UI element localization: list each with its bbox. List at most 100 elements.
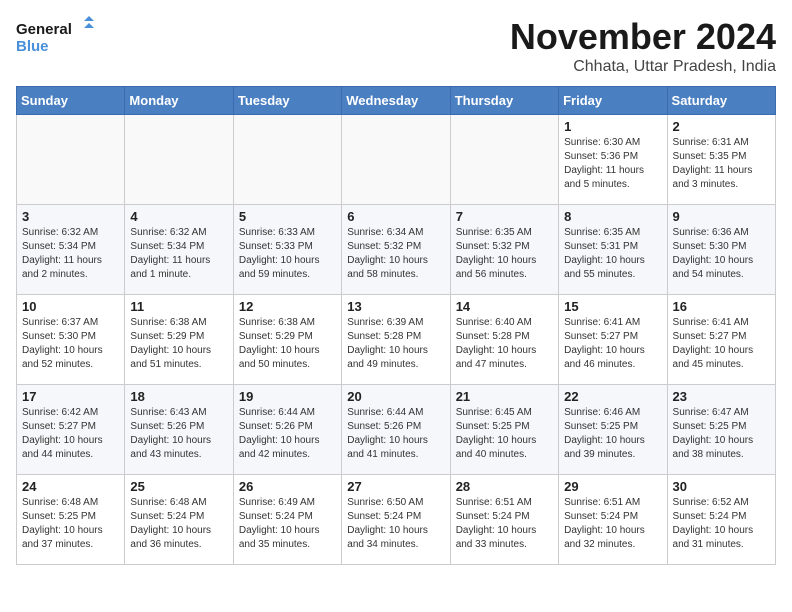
day-number: 17 — [22, 389, 119, 404]
day-info: Sunrise: 6:40 AM Sunset: 5:28 PM Dayligh… — [456, 316, 553, 372]
calendar-cell — [342, 115, 450, 205]
day-info: Sunrise: 6:48 AM Sunset: 5:24 PM Dayligh… — [130, 496, 227, 552]
day-number: 16 — [673, 299, 770, 314]
calendar-cell: 18 Sunrise: 6:43 AM Sunset: 5:26 PM Dayli… — [125, 385, 233, 475]
day-info: Sunrise: 6:51 AM Sunset: 5:24 PM Dayligh… — [456, 496, 553, 552]
calendar-cell: 28 Sunrise: 6:51 AM Sunset: 5:24 PM Dayli… — [450, 475, 558, 565]
day-number: 1 — [564, 119, 661, 134]
calendar-cell: 27 Sunrise: 6:50 AM Sunset: 5:24 PM Dayli… — [342, 475, 450, 565]
day-info: Sunrise: 6:35 AM Sunset: 5:32 PM Dayligh… — [456, 226, 553, 282]
day-info: Sunrise: 6:50 AM Sunset: 5:24 PM Dayligh… — [347, 496, 444, 552]
calendar-week-row: 3Sunrise: 6:32 AM Sunset: 5:34 PM Daylig… — [17, 205, 776, 295]
calendar-cell: 12 Sunrise: 6:38 AM Sunset: 5:29 PM Dayli… — [233, 295, 341, 385]
day-number: 6 — [347, 209, 444, 224]
calendar-cell: 2Sunrise: 6:31 AM Sunset: 5:35 PM Daylig… — [667, 115, 775, 205]
day-number: 20 — [347, 389, 444, 404]
page-header: General Blue November 2024 Chhata, Uttar… — [16, 16, 776, 76]
day-number: 5 — [239, 209, 336, 224]
calendar-cell: 20 Sunrise: 6:44 AM Sunset: 5:26 PM Dayli… — [342, 385, 450, 475]
day-number: 7 — [456, 209, 553, 224]
day-number: 28 — [456, 479, 553, 494]
day-info: Sunrise: 6:43 AM Sunset: 5:26 PM Dayligh… — [130, 406, 227, 462]
day-info: Sunrise: 6:36 AM Sunset: 5:30 PM Dayligh… — [673, 226, 770, 282]
calendar-cell: 11Sunrise: 6:38 AM Sunset: 5:29 PM Dayli… — [125, 295, 233, 385]
day-info: Sunrise: 6:39 AM Sunset: 5:28 PM Dayligh… — [347, 316, 444, 372]
logo: General Blue — [16, 16, 96, 56]
day-number: 14 — [456, 299, 553, 314]
day-info: Sunrise: 6:42 AM Sunset: 5:27 PM Dayligh… — [22, 406, 119, 462]
calendar-cell: 8Sunrise: 6:35 AM Sunset: 5:31 PM Daylig… — [559, 205, 667, 295]
day-info: Sunrise: 6:38 AM Sunset: 5:29 PM Dayligh… — [130, 316, 227, 372]
day-info: Sunrise: 6:37 AM Sunset: 5:30 PM Dayligh… — [22, 316, 119, 372]
calendar-cell — [125, 115, 233, 205]
day-number: 23 — [673, 389, 770, 404]
calendar-cell: 17 Sunrise: 6:42 AM Sunset: 5:27 PM Dayli… — [17, 385, 125, 475]
day-info: Sunrise: 6:32 AM Sunset: 5:34 PM Dayligh… — [130, 226, 227, 282]
calendar-cell: 16 Sunrise: 6:41 AM Sunset: 5:27 PM Dayli… — [667, 295, 775, 385]
calendar-cell: 19 Sunrise: 6:44 AM Sunset: 5:26 PM Dayli… — [233, 385, 341, 475]
calendar-cell: 21 Sunrise: 6:45 AM Sunset: 5:25 PM Dayli… — [450, 385, 558, 475]
svg-text:Blue: Blue — [16, 38, 49, 55]
calendar-cell: 29Sunrise: 6:51 AM Sunset: 5:24 PM Dayli… — [559, 475, 667, 565]
day-info: Sunrise: 6:38 AM Sunset: 5:29 PM Dayligh… — [239, 316, 336, 372]
calendar-cell: 7 Sunrise: 6:35 AM Sunset: 5:32 PM Daylig… — [450, 205, 558, 295]
day-info: Sunrise: 6:41 AM Sunset: 5:27 PM Dayligh… — [564, 316, 661, 372]
day-info: Sunrise: 6:52 AM Sunset: 5:24 PM Dayligh… — [673, 496, 770, 552]
day-number: 21 — [456, 389, 553, 404]
weekday-header: Thursday — [450, 87, 558, 115]
calendar-week-row: 17 Sunrise: 6:42 AM Sunset: 5:27 PM Dayli… — [17, 385, 776, 475]
day-number: 26 — [239, 479, 336, 494]
day-number: 2 — [673, 119, 770, 134]
day-number: 12 — [239, 299, 336, 314]
location-title: Chhata, Uttar Pradesh, India — [510, 58, 776, 76]
calendar-cell: 6 Sunrise: 6:34 AM Sunset: 5:32 PM Daylig… — [342, 205, 450, 295]
calendar-cell: 22Sunrise: 6:46 AM Sunset: 5:25 PM Dayli… — [559, 385, 667, 475]
calendar-cell: 15 Sunrise: 6:41 AM Sunset: 5:27 PM Dayli… — [559, 295, 667, 385]
calendar-cell — [450, 115, 558, 205]
calendar-cell: 1 Sunrise: 6:30 AM Sunset: 5:36 PM Daylig… — [559, 115, 667, 205]
day-number: 10 — [22, 299, 119, 314]
svg-text:General: General — [16, 21, 72, 38]
day-number: 24 — [22, 479, 119, 494]
day-info: Sunrise: 6:34 AM Sunset: 5:32 PM Dayligh… — [347, 226, 444, 282]
day-info: Sunrise: 6:30 AM Sunset: 5:36 PM Dayligh… — [564, 136, 661, 192]
calendar-week-row: 24 Sunrise: 6:48 AM Sunset: 5:25 PM Dayli… — [17, 475, 776, 565]
calendar-cell: 25 Sunrise: 6:48 AM Sunset: 5:24 PM Dayli… — [125, 475, 233, 565]
day-info: Sunrise: 6:41 AM Sunset: 5:27 PM Dayligh… — [673, 316, 770, 372]
day-number: 27 — [347, 479, 444, 494]
calendar-table: SundayMondayTuesdayWednesdayThursdayFrid… — [16, 86, 776, 565]
day-number: 19 — [239, 389, 336, 404]
calendar-cell — [233, 115, 341, 205]
calendar-week-row: 10 Sunrise: 6:37 AM Sunset: 5:30 PM Dayli… — [17, 295, 776, 385]
weekday-header: Saturday — [667, 87, 775, 115]
calendar-cell: 10 Sunrise: 6:37 AM Sunset: 5:30 PM Dayli… — [17, 295, 125, 385]
day-number: 15 — [564, 299, 661, 314]
day-info: Sunrise: 6:44 AM Sunset: 5:26 PM Dayligh… — [239, 406, 336, 462]
day-number: 9 — [673, 209, 770, 224]
day-info: Sunrise: 6:35 AM Sunset: 5:31 PM Dayligh… — [564, 226, 661, 282]
day-info: Sunrise: 6:45 AM Sunset: 5:25 PM Dayligh… — [456, 406, 553, 462]
day-number: 13 — [347, 299, 444, 314]
day-number: 25 — [130, 479, 227, 494]
day-number: 18 — [130, 389, 227, 404]
weekday-header-row: SundayMondayTuesdayWednesdayThursdayFrid… — [17, 87, 776, 115]
day-info: Sunrise: 6:32 AM Sunset: 5:34 PM Dayligh… — [22, 226, 119, 282]
day-info: Sunrise: 6:51 AM Sunset: 5:24 PM Dayligh… — [564, 496, 661, 552]
weekday-header: Monday — [125, 87, 233, 115]
calendar-cell: 5Sunrise: 6:33 AM Sunset: 5:33 PM Daylig… — [233, 205, 341, 295]
weekday-header: Friday — [559, 87, 667, 115]
calendar-cell: 26Sunrise: 6:49 AM Sunset: 5:24 PM Dayli… — [233, 475, 341, 565]
day-info: Sunrise: 6:44 AM Sunset: 5:26 PM Dayligh… — [347, 406, 444, 462]
calendar-cell: 3Sunrise: 6:32 AM Sunset: 5:34 PM Daylig… — [17, 205, 125, 295]
title-block: November 2024 Chhata, Uttar Pradesh, Ind… — [510, 16, 776, 76]
month-title: November 2024 — [510, 16, 776, 58]
calendar-week-row: 1 Sunrise: 6:30 AM Sunset: 5:36 PM Daylig… — [17, 115, 776, 205]
day-info: Sunrise: 6:47 AM Sunset: 5:25 PM Dayligh… — [673, 406, 770, 462]
weekday-header: Wednesday — [342, 87, 450, 115]
calendar-cell: 24 Sunrise: 6:48 AM Sunset: 5:25 PM Dayli… — [17, 475, 125, 565]
weekday-header: Tuesday — [233, 87, 341, 115]
logo-svg: General Blue — [16, 16, 96, 56]
day-info: Sunrise: 6:48 AM Sunset: 5:25 PM Dayligh… — [22, 496, 119, 552]
calendar-cell: 14 Sunrise: 6:40 AM Sunset: 5:28 PM Dayli… — [450, 295, 558, 385]
day-number: 30 — [673, 479, 770, 494]
